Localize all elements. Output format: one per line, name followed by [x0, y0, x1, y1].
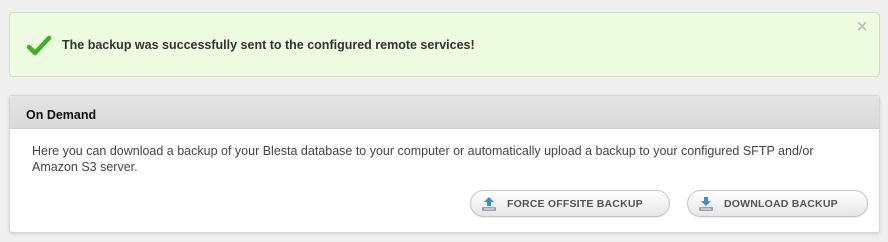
panel-body: Here you can download a backup of your B…: [10, 129, 879, 217]
checkmark-icon: [26, 35, 52, 56]
panel-description: Here you can download a backup of your B…: [32, 144, 814, 174]
force-offsite-backup-label: FORCE OFFSITE BACKUP: [507, 197, 643, 210]
download-backup-label: DOWNLOAD BACKUP: [724, 197, 838, 210]
close-icon[interactable]: ×: [855, 19, 869, 34]
upload-icon: [482, 196, 496, 211]
download-icon: [699, 196, 713, 211]
alert-message: The backup was successfully sent to the …: [62, 38, 475, 52]
download-backup-button[interactable]: DOWNLOAD BACKUP: [687, 190, 868, 217]
force-offsite-backup-button[interactable]: FORCE OFFSITE BACKUP: [470, 190, 670, 217]
on-demand-panel: On Demand Here you can download a backup…: [9, 95, 880, 233]
panel-title: On Demand: [26, 108, 97, 122]
panel-header: On Demand: [10, 96, 879, 129]
success-alert: The backup was successfully sent to the …: [9, 12, 880, 77]
